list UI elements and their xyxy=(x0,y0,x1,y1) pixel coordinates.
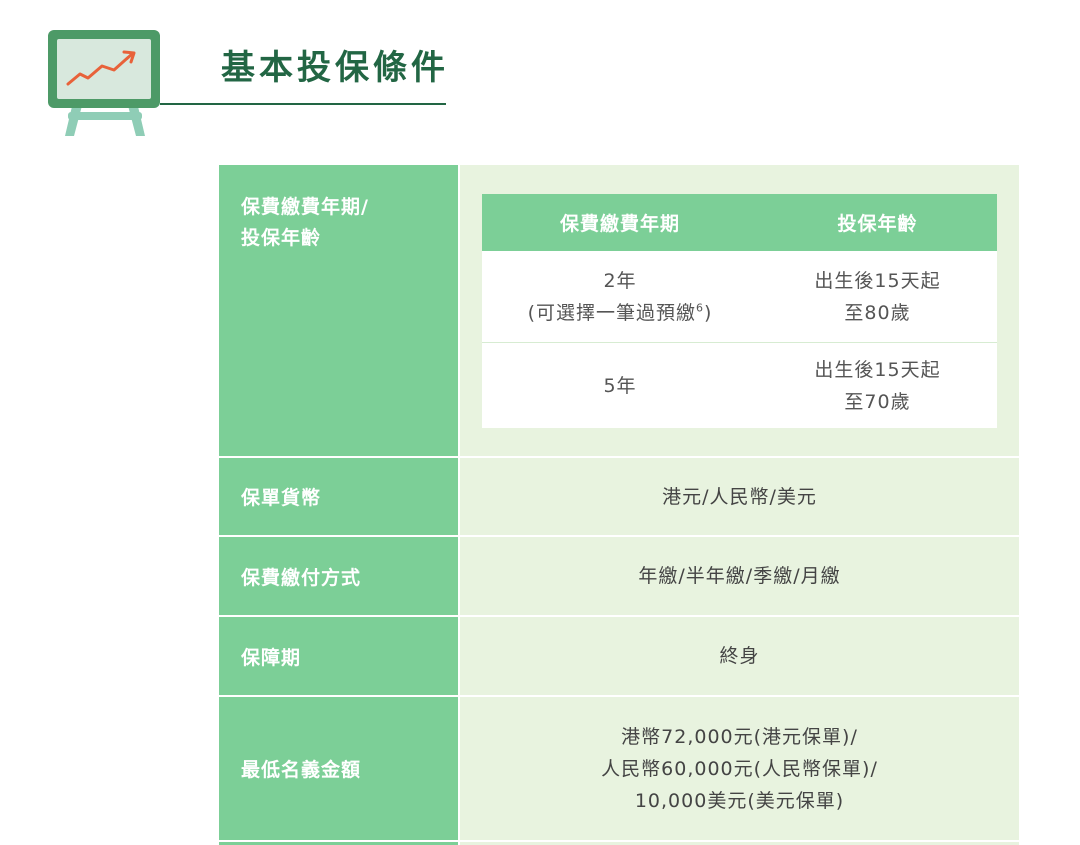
term-row-payment-mode: 保費繳付方式 年繳/半年繳/季繳/月繳 xyxy=(219,537,1019,615)
age-line: 出生後15天起 xyxy=(814,269,941,292)
age-line: 出生後15天起 xyxy=(814,358,941,381)
subtable-row: 5年 出生後15天起 至70歲 xyxy=(482,343,997,428)
term-line: (可選擇一筆過預繳6) xyxy=(528,297,713,329)
title-underline xyxy=(160,103,446,105)
term-row-min-notional: 最低名義金額 港幣72,000元(港元保單)/ 人民幣60,000元(人民幣保單… xyxy=(219,697,1019,840)
term-label: 保單貨幣 xyxy=(219,458,458,535)
subtable-cell-term: 2年 (可選擇一筆過預繳6) xyxy=(482,251,758,342)
value-line: 港幣72,000元(港元保單)/ xyxy=(621,725,858,748)
term-line: 2年 xyxy=(603,269,637,292)
basic-terms-table: 保費繳費年期/ 投保年齡 保費繳費年期 投保年齡 2年 (可選擇一筆過預繳6) … xyxy=(219,165,1019,845)
footnote-marker: 6 xyxy=(696,301,704,315)
term-label-line: 投保年齡 xyxy=(241,227,322,249)
value-line: 人民幣60,000元(人民幣保單)/ xyxy=(601,757,878,780)
value-line: 10,000美元(美元保單) xyxy=(634,789,845,812)
term-text: (可選擇一筆過預繳 xyxy=(527,301,696,324)
term-value: 終身 xyxy=(460,617,1019,695)
subtable-cell-age: 出生後15天起 至80歲 xyxy=(758,251,997,342)
subtable-header: 保費繳費年期 投保年齡 xyxy=(482,194,997,251)
term-label: 保費繳付方式 xyxy=(219,537,458,615)
term-label: 保費繳費年期/ 投保年齡 xyxy=(219,165,458,456)
page-title: 基本投保條件 xyxy=(221,48,449,88)
subtable-row: 2年 (可選擇一筆過預繳6) 出生後15天起 至80歲 xyxy=(482,251,997,342)
term-value: 年繳/半年繳/季繳/月繳 xyxy=(460,537,1019,615)
term-label: 保障期 xyxy=(219,617,458,695)
subtable-cell-term: 5年 xyxy=(482,343,758,428)
chart-easel-icon xyxy=(48,30,160,136)
term-row-policy-currency: 保單貨幣 港元/人民幣/美元 xyxy=(219,458,1019,535)
term-text: ) xyxy=(704,301,713,324)
term-value: 港幣72,000元(港元保單)/ 人民幣60,000元(人民幣保單)/ 10,0… xyxy=(460,697,1019,840)
subtable-header-age: 投保年齡 xyxy=(837,213,918,235)
term-value: 港元/人民幣/美元 xyxy=(460,458,1019,535)
premium-term-age-subtable: 保費繳費年期 投保年齡 2年 (可選擇一筆過預繳6) 出生後15天起 至80歲 … xyxy=(482,194,997,428)
term-row-benefit-term: 保障期 終身 xyxy=(219,617,1019,695)
term-label-line: 保費繳費年期/ xyxy=(241,196,369,218)
age-line: 至80歲 xyxy=(844,301,911,324)
subtable-cell-age: 出生後15天起 至70歲 xyxy=(758,343,997,428)
term-label: 最低名義金額 xyxy=(219,697,458,840)
subtable-header-term: 保費繳費年期 xyxy=(559,213,680,235)
age-line: 至70歲 xyxy=(844,390,911,413)
term-line: 5年 xyxy=(603,374,637,397)
